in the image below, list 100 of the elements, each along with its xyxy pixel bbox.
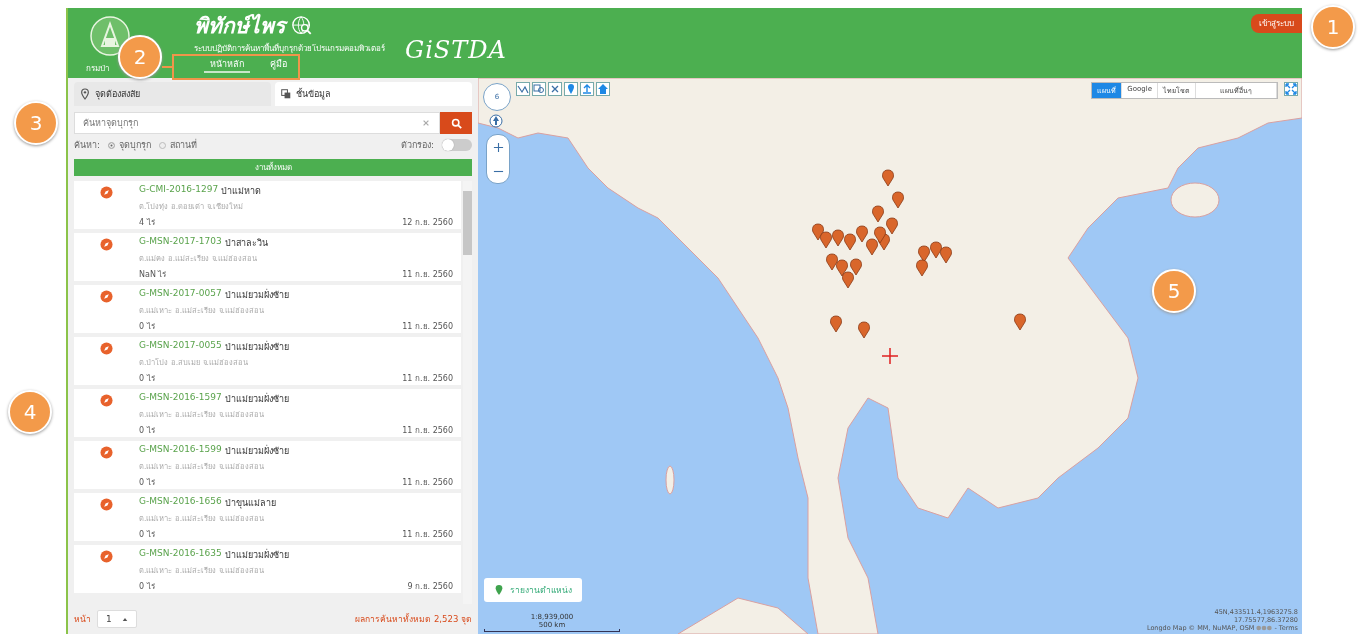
tab-label: ชั้นข้อมูล xyxy=(296,87,331,101)
close-icon[interactable] xyxy=(548,82,562,96)
map-pin-icon[interactable] xyxy=(882,169,894,187)
globe-search-icon xyxy=(291,15,313,37)
location-pin-icon xyxy=(494,584,504,596)
all-jobs-button[interactable]: งานทั้งหมด xyxy=(74,159,472,176)
callout-number: 4 xyxy=(8,390,52,434)
sidebar-tab[interactable]: จุดต้องสงสัย xyxy=(74,82,271,106)
case-code[interactable]: G-MSN-2017-0057 xyxy=(139,288,222,302)
map-pin-icon[interactable] xyxy=(858,321,870,339)
area-text: 0 ไร่ xyxy=(139,425,155,437)
draw-line-icon[interactable] xyxy=(516,82,530,96)
area-text: 0 ไร่ xyxy=(139,321,155,333)
map-pin-icon[interactable] xyxy=(844,233,856,251)
date-text: 11 ก.ย. 2560 xyxy=(402,373,453,385)
compass-icon xyxy=(100,498,113,511)
date-text: 9 ก.ย. 2560 xyxy=(407,581,453,593)
callout-number: 3 xyxy=(14,101,58,145)
map-pin-icon[interactable] xyxy=(918,245,930,263)
upload-icon[interactable] xyxy=(580,82,594,96)
layers-icon xyxy=(281,88,291,100)
zoom-in-icon[interactable] xyxy=(492,141,504,153)
report-location-button[interactable]: รายงานตำแหน่ง xyxy=(484,578,582,602)
compass-icon xyxy=(100,446,113,459)
date-text: 11 ก.ย. 2560 xyxy=(402,321,453,333)
pin-icon[interactable] xyxy=(564,82,578,96)
map-pin-icon[interactable] xyxy=(856,225,868,243)
forest-name: ป่าแม่ยวมฝั่งซ้าย xyxy=(224,548,289,562)
area-text: 4 ไร่ xyxy=(139,217,155,229)
search-field[interactable]: ค้นหาจุดบุกรุก xyxy=(74,112,440,134)
search-mode-radio[interactable]: สถานที่ xyxy=(159,138,198,152)
compass-icon xyxy=(100,550,113,563)
map-pin-icon[interactable] xyxy=(826,253,838,271)
filter-toggle[interactable] xyxy=(442,139,472,151)
forest-name: ป่าแม่ยวมฝั่งซ้าย xyxy=(224,340,289,354)
map-pin-icon[interactable] xyxy=(930,241,942,259)
scrollbar[interactable] xyxy=(463,181,472,604)
compass-icon xyxy=(100,186,113,199)
emblem-logo-icon xyxy=(90,16,130,56)
forest-name: ป่าแม่ยวมฝั่งซ้าย xyxy=(224,288,289,302)
case-code[interactable]: G-MSN-2016-1599 xyxy=(139,444,222,458)
map-pin-icon[interactable] xyxy=(820,231,832,249)
compass-icon xyxy=(100,290,113,303)
case-code[interactable]: G-CMI-2016-1297 xyxy=(139,184,219,198)
case-code[interactable]: G-MSN-2016-1597 xyxy=(139,392,222,406)
case-code[interactable]: G-MSN-2016-1656 xyxy=(139,496,222,510)
map-pin-icon[interactable] xyxy=(940,246,952,264)
result-count: ผลการค้นหาทั้งหมด 2,523 จุด xyxy=(355,612,472,626)
date-text: 11 ก.ย. 2560 xyxy=(402,425,453,437)
map-pin-icon[interactable] xyxy=(892,191,904,209)
case-code[interactable]: G-MSN-2017-1703 xyxy=(139,236,222,250)
filter-label: ตัวกรอง: xyxy=(400,139,434,152)
nav-tab[interactable]: คู่มือ xyxy=(264,59,293,73)
tab-label: จุดต้องสงสัย xyxy=(95,88,140,101)
map-pin-icon[interactable] xyxy=(850,258,862,276)
search-icon xyxy=(450,117,462,129)
compass-icon xyxy=(100,394,113,407)
area-text: 0 ไร่ xyxy=(139,529,155,541)
forest-name: ป่าแม่ยวมฝั่งซ้าย xyxy=(224,392,289,406)
compass-icon xyxy=(100,238,113,251)
page-label: หน้า xyxy=(74,613,91,626)
map-pin-icon[interactable] xyxy=(866,238,878,256)
map-pin-icon[interactable] xyxy=(836,259,848,277)
forest-name: ป่าขุนแม่ลาย xyxy=(224,497,276,510)
forest-name: ป่าสาละวิน xyxy=(224,237,268,250)
caret-icon xyxy=(121,616,128,622)
fullscreen-icon[interactable] xyxy=(1284,82,1298,96)
map-pin-icon[interactable] xyxy=(874,226,886,244)
map-pin-icon[interactable] xyxy=(812,223,824,241)
date-text: 11 ก.ย. 2560 xyxy=(402,529,453,541)
partner-logo: GiSTDA xyxy=(405,36,507,64)
map-pin-icon[interactable] xyxy=(872,205,884,223)
map-pin-icon[interactable] xyxy=(842,271,854,289)
callout-number: 1 xyxy=(1311,5,1355,49)
map-pin-icon[interactable] xyxy=(1014,313,1026,331)
case-code[interactable]: G-MSN-2016-1635 xyxy=(139,548,222,562)
forest-name: ป่าแม่หาด xyxy=(221,185,262,198)
map-pin-icon[interactable] xyxy=(832,229,844,247)
home-icon[interactable] xyxy=(596,82,610,96)
app-subtitle: ระบบปฏิบัติการค้นหาพื้นที่บุกรุกด้วยโปรแกรมคอมพิวเตอร์ xyxy=(194,43,385,54)
area-text: 0 ไร่ xyxy=(139,581,155,593)
search-mode-label: ค้นหา: xyxy=(74,139,101,152)
map-pin-icon[interactable] xyxy=(916,259,928,277)
map-pin-icon[interactable] xyxy=(830,315,842,333)
date-text: 12 ก.ย. 2560 xyxy=(402,217,453,229)
case-code[interactable]: G-MSN-2017-0055 xyxy=(139,340,222,354)
area-text: NaN ไร่ xyxy=(139,269,167,281)
crosshair-icon xyxy=(881,347,899,365)
area-search-icon[interactable] xyxy=(532,82,546,96)
nav-tab[interactable]: หน้าหลัก xyxy=(204,59,250,73)
area-text: 0 ไร่ xyxy=(139,477,155,489)
forest-name: ป่าแม่ยวมฝั่งซ้าย xyxy=(224,444,289,458)
page-select[interactable]: 1 xyxy=(97,610,137,628)
search-button[interactable] xyxy=(440,112,472,134)
search-mode-radio[interactable]: จุดบุกรุก xyxy=(108,138,152,152)
compass-icon xyxy=(100,342,113,355)
login-button[interactable]: เข้าสู่ระบบ xyxy=(1251,14,1302,33)
map-pin-icon[interactable] xyxy=(886,217,898,235)
location-pin-icon xyxy=(80,88,90,100)
sidebar-tab[interactable]: ชั้นข้อมูล xyxy=(275,82,472,106)
